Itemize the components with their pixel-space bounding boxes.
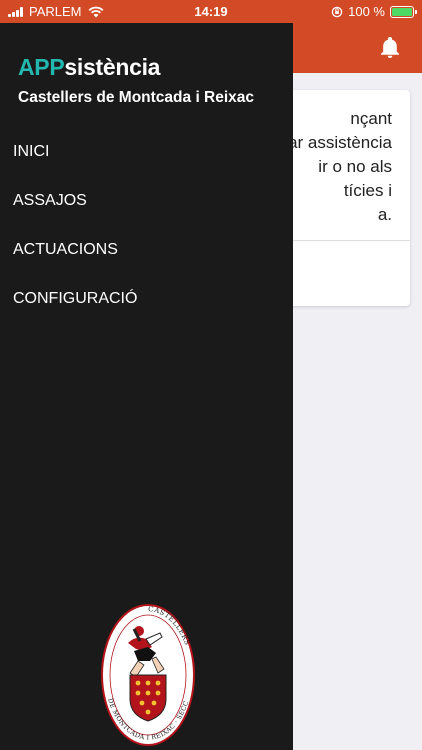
menu-item-configuracio[interactable]: CONFIGURACIÓ — [0, 274, 293, 323]
orientation-lock-icon — [331, 6, 343, 17]
bell-icon[interactable] — [378, 36, 402, 60]
battery-label: 100 % — [348, 4, 385, 19]
drawer-menu: INICI ASSAJOS ACTUACIONS CONFIGURACIÓ — [0, 127, 293, 323]
castellers-logo: CASTELLERS DE MONTCADA I REIXAC · SECCIÓ… — [100, 603, 195, 746]
brand-app: APP — [18, 54, 65, 80]
brand-rest: sistència — [64, 54, 161, 80]
side-drawer: APPsistència Castellers de Montcada i Re… — [0, 23, 293, 750]
app-brand: APPsistència — [18, 54, 160, 81]
status-bar: PARLEM 14:19 100 % — [0, 0, 422, 23]
status-right: 100 % — [331, 4, 417, 19]
battery-icon — [390, 5, 417, 18]
menu-item-inici[interactable]: INICI — [0, 127, 293, 176]
menu-item-assajos[interactable]: ASSAJOS — [0, 176, 293, 225]
menu-item-actuacions[interactable]: ACTUACIONS — [0, 225, 293, 274]
drawer-subtitle: Castellers de Montcada i Reixac — [18, 89, 255, 106]
